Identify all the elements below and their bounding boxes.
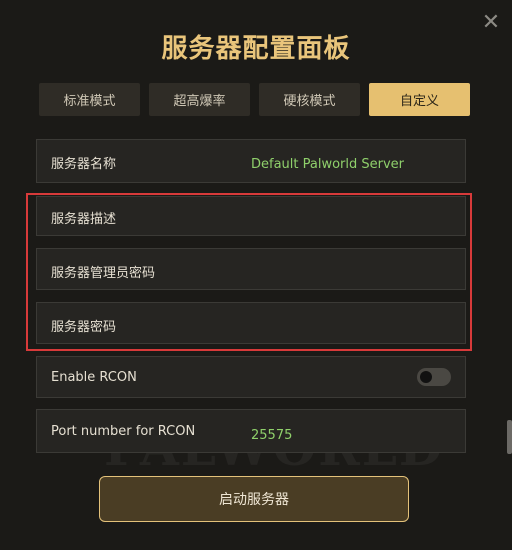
server-name-field[interactable]: 服务器名称 Default Palworld Server [36, 139, 466, 183]
tab-custom[interactable]: 自定义 [369, 83, 470, 116]
server-password-label: 服务器密码 [51, 320, 117, 335]
server-password-field[interactable]: 服务器密码 [36, 302, 466, 344]
toggle-knob [420, 371, 432, 383]
admin-password-label: 服务器管理员密码 [51, 266, 156, 281]
admin-password-field[interactable]: 服务器管理员密码 [36, 248, 466, 290]
server-name-value[interactable]: Default Palworld Server [251, 157, 404, 172]
enable-rcon-label: Enable RCON [51, 370, 137, 385]
scrollbar-thumb[interactable] [507, 420, 512, 454]
mode-tabs: 标准模式 超高爆率 硬核模式 自定义 [39, 83, 470, 116]
panel-title: 服务器配置面板 [161, 34, 351, 64]
start-server-button[interactable]: 启动服务器 [99, 476, 409, 522]
rcon-port-field[interactable]: Port number for RCON 25575 [36, 409, 466, 453]
server-name-label: 服务器名称 [51, 157, 117, 172]
rcon-port-value[interactable]: 25575 [251, 428, 292, 443]
tab-hardcore-mode[interactable]: 硬核模式 [259, 83, 360, 116]
tab-standard-mode[interactable]: 标准模式 [39, 83, 140, 116]
rcon-port-label: Port number for RCON [51, 424, 196, 439]
server-description-label: 服务器描述 [51, 212, 117, 227]
enable-rcon-row: Enable RCON [36, 356, 466, 398]
enable-rcon-toggle[interactable] [417, 368, 451, 386]
tab-high-drop-rate[interactable]: 超高爆率 [149, 83, 250, 116]
server-description-field[interactable]: 服务器描述 [36, 196, 466, 236]
